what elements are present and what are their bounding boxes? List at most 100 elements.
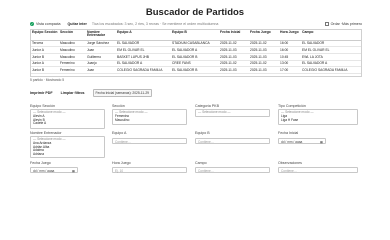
table-cell: CREE FANS xyxy=(171,60,219,68)
table-row[interactable]: Junior B Masculino Guillermo BASKET LUPUS J… xyxy=(31,53,361,61)
table-cell: Guillermo xyxy=(86,53,116,61)
calendar-icon[interactable]: ▦ xyxy=(320,140,323,144)
table-body: Tercera Masculino Jorge Sánchez EL SALVADOR… xyxy=(31,40,361,74)
fecha-inicial-label: Fecha Inicial xyxy=(278,131,299,135)
table-cell: Junior B xyxy=(31,66,59,74)
table-cell: 2025-11-03 xyxy=(249,66,279,74)
table-cell: 10:45 xyxy=(279,53,301,61)
table-cell: STADIUM CASABLANCA xyxy=(171,40,219,48)
column-header[interactable]: Equipo Sección xyxy=(31,30,59,41)
equipo-a-input[interactable]: Contiene… xyxy=(112,138,187,144)
table-cell: Juan xyxy=(86,46,116,54)
table-cell: Masculino xyxy=(59,53,86,61)
table-cell: EM EL OLIVAR EL xyxy=(116,46,171,54)
table-cell: EL SALVADOR xyxy=(116,40,171,48)
date-value: dd / mm / aaaa xyxy=(281,140,303,144)
compact-view-toggle[interactable]: Vista compacta xyxy=(36,22,61,26)
table-cell: Junior A xyxy=(31,46,59,54)
table-cell: Juanjo xyxy=(86,60,116,68)
active-filter-chip[interactable]: Fecha Inicial (semanas): 2025-11-29 xyxy=(92,89,152,97)
table-cell: Masculino xyxy=(59,40,86,48)
table-cell: 2025-11-03 xyxy=(219,46,249,54)
equipo-b-input[interactable]: Contiene… xyxy=(195,138,270,144)
seccion-select[interactable]: — Seleccione modo — Femenino Masculino xyxy=(112,109,187,125)
observaciones-label: Observaciones xyxy=(278,161,302,165)
categoria-label: Categoría PKB xyxy=(195,104,219,108)
column-header[interactable]: Equipo A xyxy=(116,30,171,41)
table-cell: EM EL OLIVAR EL xyxy=(301,46,361,54)
table-cell: EWL LA JOTA xyxy=(301,53,361,61)
fecha-juego-input[interactable]: dd / mm / aaaa ▦ xyxy=(30,167,78,173)
toolbar: ✓ Vista compacta Quitar inter Tica los e… xyxy=(30,21,362,27)
entrenador-label: Nombre Entrenador xyxy=(30,131,62,135)
actions-bar: Imprimir PDF Limpiar filtros Fecha Inici… xyxy=(30,89,152,97)
table-cell: 2025-11-02 xyxy=(219,60,249,68)
table-cell: 2025-11-02 xyxy=(219,40,249,48)
table-cell: 2025-11-02 xyxy=(249,60,279,68)
fecha-juego-label: Fecha Juego xyxy=(30,161,51,165)
table-cell: Junior A xyxy=(31,60,59,68)
page-title: Buscador de Partidos xyxy=(145,7,245,18)
equipo-seccion-select[interactable]: — Seleccione modo — Alevin A Alevin B Ca… xyxy=(30,109,105,129)
tipo-competicion-select[interactable]: — Seleccione modo — Liga Liga H Fase xyxy=(278,109,358,125)
table-row[interactable]: Junior A Femenino Juanjo EL SALVADOR A CREE … xyxy=(31,60,361,68)
clear-filter-button[interactable]: Quitar inter xyxy=(68,22,87,26)
table-cell: Juan xyxy=(86,66,116,74)
clear-filters-button[interactable]: Limpiar filtros xyxy=(61,91,85,95)
export-pdf-button[interactable]: Imprimir PDF xyxy=(30,91,53,95)
order-toggle[interactable]: Ordar ·Más primero xyxy=(325,22,362,26)
calendar-icon[interactable]: ▦ xyxy=(72,169,75,173)
table-cell: 2025-11-03 xyxy=(219,53,249,61)
column-header[interactable]: Fecha Inicial xyxy=(219,30,249,41)
equipo-a-label: Equipo A xyxy=(112,131,127,135)
table-cell: Femenino xyxy=(59,66,86,74)
select-option[interactable]: Adriana xyxy=(33,152,102,157)
table-cell: 2025-11-03 xyxy=(219,66,249,74)
table-cell: 2025-11-03 xyxy=(249,53,279,61)
table-row[interactable]: Junior B Femenino Juan COLEGIO SAGRADA FAMI… xyxy=(31,66,361,74)
table-cell: EL SALVADOR A xyxy=(171,46,219,54)
campo-input[interactable]: Contiene… xyxy=(195,167,270,173)
check-icon[interactable]: ✓ xyxy=(30,22,34,26)
column-header[interactable]: Campo xyxy=(301,30,361,41)
hora-juego-label: Hora Juego xyxy=(112,161,131,165)
table-cell: EL SALVADOR A xyxy=(116,60,171,68)
table-cell: 13:00 xyxy=(279,60,301,68)
tipo-competicion-label: Tipo Competición xyxy=(278,104,306,108)
equipo-seccion-label: Equipo Sección xyxy=(30,104,55,108)
column-header[interactable]: Hora Juego xyxy=(279,30,301,41)
table-cell: Jorge Sánchez xyxy=(86,40,116,48)
equipo-b-label: Equipo B xyxy=(195,131,210,135)
observaciones-input[interactable]: Contiene… xyxy=(278,167,358,173)
table-cell: BASKET LUPUS JHB xyxy=(116,53,171,61)
table-header-row: Equipo Sección Sección Nombre Entrenador Eq… xyxy=(31,30,361,41)
column-header[interactable]: Sección xyxy=(59,30,86,41)
toolbar-hint: Tica los escabados: 3 sec, 2 ries, 3 rec… xyxy=(91,22,219,26)
table-cell: EL SALVADOR xyxy=(301,40,361,48)
table-cell: EL SALVADOR A xyxy=(301,60,361,68)
table-cell: EL SALVADOR B xyxy=(171,53,219,61)
hora-juego-input[interactable]: Ej. 10 xyxy=(112,167,187,173)
column-header[interactable]: Nombre Entrenador xyxy=(86,30,116,41)
categoria-select[interactable]: — Seleccione modo — xyxy=(195,109,270,117)
table-cell: COLEGIO SAGRADA FAMILIA xyxy=(116,66,171,74)
column-header[interactable]: Equipo B xyxy=(171,30,219,41)
table-cell: Tercera xyxy=(31,40,59,48)
table-cell: Femenino xyxy=(59,60,86,68)
entrenador-select[interactable]: — Seleccione modo — Ana Ardanza Adrián A… xyxy=(30,136,105,158)
matches-table: Equipo Sección Sección Nombre Entrenador Eq… xyxy=(30,29,362,77)
table-cell: 16:00 xyxy=(279,46,301,54)
table-row[interactable]: Tercera Masculino Jorge Sánchez EL SALVADOR… xyxy=(31,40,361,48)
table-cell: 17:00 xyxy=(279,66,301,74)
select-option[interactable]: Masculino xyxy=(115,118,184,123)
campo-label: Campo xyxy=(195,161,207,165)
seccion-label: Sección xyxy=(112,104,125,108)
table-row[interactable]: Junior A Masculino Juan EM EL OLIVAR EL EL S… xyxy=(31,46,361,54)
checkbox-icon[interactable] xyxy=(325,22,329,26)
select-option[interactable]: Cadete A xyxy=(33,122,102,126)
select-option[interactable]: Liga H Fase xyxy=(281,118,355,123)
results-summary: 5 partido · Mostrando 5 xyxy=(30,78,65,82)
column-header[interactable]: Fecha Juego xyxy=(249,30,279,41)
fecha-inicial-input[interactable]: dd / mm / aaaa ▦ xyxy=(278,138,326,144)
table-cell: 2025-11-03 xyxy=(249,46,279,54)
